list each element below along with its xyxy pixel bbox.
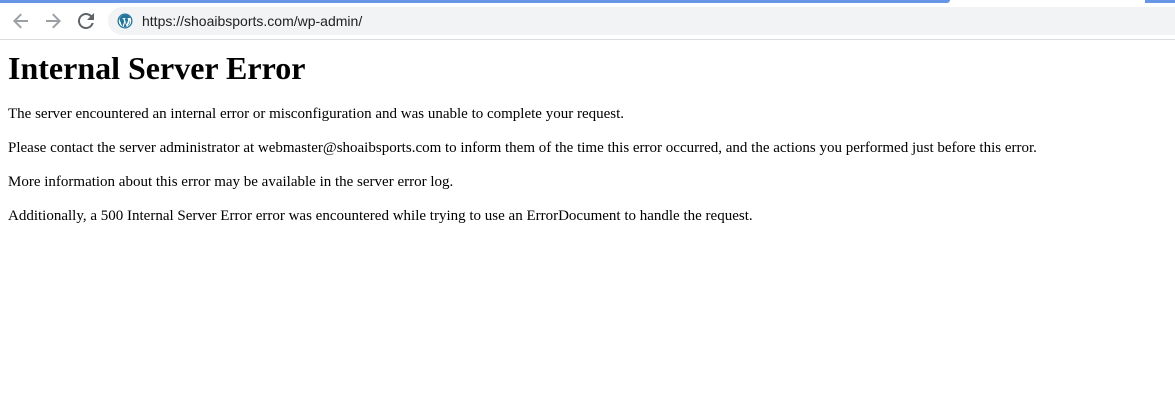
forward-arrow-icon xyxy=(46,13,61,29)
url-text: https://shoaibsports.com/wp-admin/ xyxy=(142,13,363,29)
wordpress-icon xyxy=(117,13,133,29)
page-title: Internal Server Error xyxy=(8,50,306,86)
reload-button[interactable] xyxy=(73,8,99,34)
back-arrow-icon xyxy=(13,13,28,29)
error-paragraph-2: Please contact the server administrator … xyxy=(8,140,1037,156)
forward-button[interactable] xyxy=(40,8,66,34)
error-paragraph-1: The server encountered an internal error… xyxy=(8,106,625,122)
tab-edge xyxy=(1145,0,1175,3)
reload-icon xyxy=(78,13,94,29)
tab-loading-bar xyxy=(0,0,950,3)
browser-toolbar: https://shoaibsports.com/wp-admin/ xyxy=(0,4,1175,40)
back-button[interactable] xyxy=(8,8,34,34)
error-paragraph-3: More information about this error may be… xyxy=(8,174,454,190)
address-bar[interactable]: https://shoaibsports.com/wp-admin/ xyxy=(108,7,1175,35)
error-page: Internal Server Error The server encount… xyxy=(8,40,1168,241)
error-paragraph-4: Additionally, a 500 Internal Server Erro… xyxy=(8,208,753,224)
